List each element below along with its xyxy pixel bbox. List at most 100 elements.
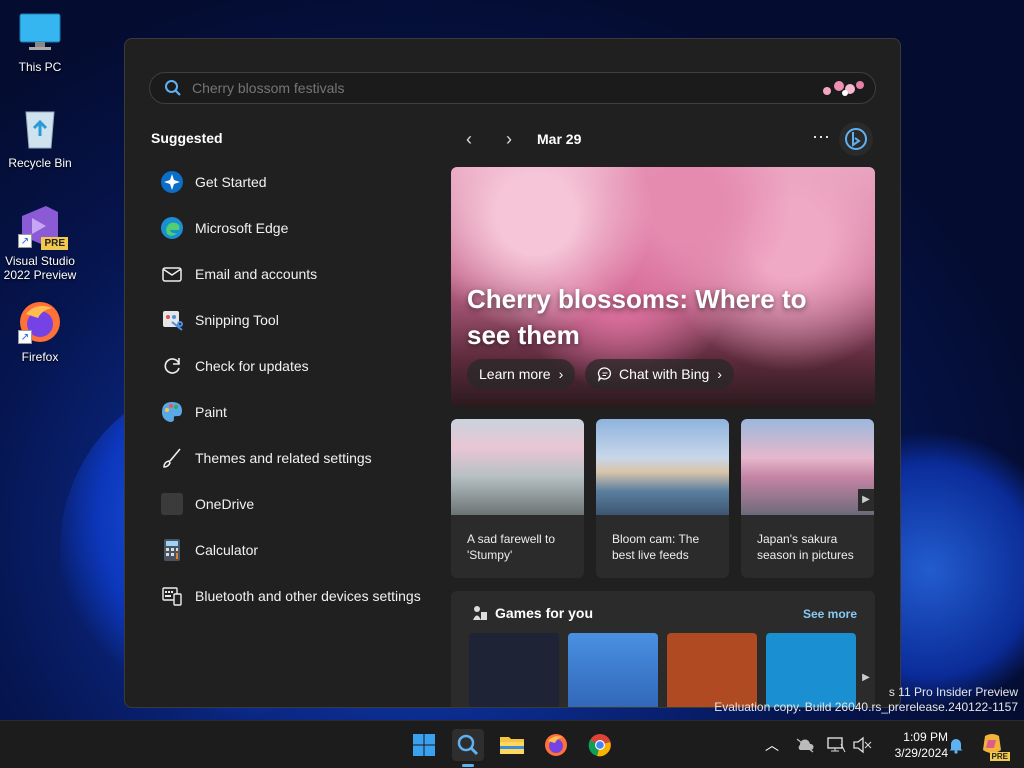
devices-icon bbox=[159, 583, 185, 609]
desktop-icon-this-pc[interactable]: This PC bbox=[0, 10, 80, 74]
active-indicator bbox=[462, 764, 474, 767]
notifications-button[interactable] bbox=[946, 735, 966, 755]
news-thumbnail bbox=[741, 419, 874, 515]
suggested-item-label: Get Started bbox=[195, 174, 267, 190]
show-hidden-icons-button[interactable]: ︿ bbox=[762, 735, 782, 755]
paint-icon bbox=[159, 399, 185, 425]
visual-studio-icon: PRE ↗ bbox=[18, 204, 68, 250]
suggested-item-snipping-tool[interactable]: Snipping Tool bbox=[151, 297, 441, 343]
volume-tray-button[interactable] bbox=[852, 735, 872, 755]
suggested-list: Get Started Microsoft Edge Email and acc… bbox=[151, 159, 441, 619]
suggested-item-bluetooth-devices[interactable]: Bluetooth and other devices settings bbox=[151, 573, 441, 619]
brush-icon bbox=[159, 445, 185, 471]
hero-title: Cherry blossoms: Where to see them bbox=[467, 284, 807, 350]
news-card[interactable]: A sad farewell to 'Stumpy' bbox=[451, 419, 584, 578]
news-card[interactable]: Bloom cam: The best live feeds bbox=[596, 419, 729, 578]
edge-icon bbox=[159, 215, 185, 241]
snipping-tool-icon bbox=[159, 307, 185, 333]
cloud-offline-icon bbox=[796, 738, 814, 753]
search-input[interactable] bbox=[192, 80, 817, 96]
next-day-button[interactable]: › bbox=[495, 125, 523, 153]
pre-badge: PRE bbox=[41, 237, 68, 250]
suggested-item-label: Paint bbox=[195, 404, 227, 420]
calculator-icon bbox=[159, 537, 185, 563]
volume-muted-icon bbox=[853, 736, 872, 754]
chat-bubble-icon bbox=[597, 367, 611, 382]
suggested-item-calculator[interactable]: Calculator bbox=[151, 527, 441, 573]
pre-badge: PRE bbox=[989, 752, 1010, 761]
watermark-line: Evaluation copy. Build 26040.rs_prerelea… bbox=[714, 700, 1018, 714]
taskbar: ︿ 1:09 PM 3/29/2024 PRE bbox=[0, 720, 1024, 768]
bing-button[interactable] bbox=[839, 122, 873, 156]
onedrive-tray-button[interactable] bbox=[795, 735, 815, 755]
search-icon bbox=[457, 734, 479, 756]
chevron-right-icon: › bbox=[717, 366, 722, 382]
games-heading: Games for you bbox=[495, 605, 594, 621]
suggested-item-paint[interactable]: Paint bbox=[151, 389, 441, 435]
chevron-up-icon: ︿ bbox=[765, 737, 779, 753]
see-more-link[interactable]: See more bbox=[803, 607, 857, 621]
chat-with-bing-button[interactable]: Chat with Bing › bbox=[585, 359, 734, 389]
suggested-item-onedrive[interactable]: OneDrive bbox=[151, 481, 441, 527]
feed-nav: ‹ › Mar 29 ··· bbox=[455, 122, 875, 156]
feed-date: Mar 29 bbox=[537, 131, 582, 147]
watermark-line: s 11 Pro Insider Preview bbox=[888, 685, 1018, 699]
firefox-icon: ↗ bbox=[18, 300, 62, 344]
news-card[interactable]: Japan's sakura season in pictures ▶ bbox=[741, 419, 874, 578]
system-clock[interactable]: 1:09 PM 3/29/2024 bbox=[880, 729, 948, 761]
suggested-item-label: Microsoft Edge bbox=[195, 220, 289, 236]
chevron-left-icon: ‹ bbox=[466, 128, 472, 149]
suggested-item-microsoft-edge[interactable]: Microsoft Edge bbox=[151, 205, 441, 251]
desktop-icon-label: Visual Studio 2022 Preview bbox=[3, 254, 77, 282]
desktop-icon-recycle-bin[interactable]: Recycle Bin bbox=[0, 106, 80, 170]
suggested-item-email-accounts[interactable]: Email and accounts bbox=[151, 251, 441, 297]
get-started-icon bbox=[159, 169, 185, 195]
firefox-taskbar-button[interactable] bbox=[540, 729, 572, 761]
learn-more-button[interactable]: Learn more › bbox=[467, 359, 576, 389]
learn-more-label: Learn more bbox=[479, 366, 551, 382]
previous-day-button[interactable]: ‹ bbox=[455, 125, 483, 153]
shortcut-arrow-icon: ↗ bbox=[18, 234, 32, 248]
suggested-item-label: OneDrive bbox=[195, 496, 255, 512]
more-options-button[interactable]: ··· bbox=[807, 125, 835, 153]
news-caption: Bloom cam: The best live feeds bbox=[612, 532, 700, 562]
bell-icon bbox=[949, 739, 963, 754]
desktop-icon-visual-studio[interactable]: PRE ↗ Visual Studio 2022 Preview bbox=[0, 204, 80, 282]
cherry-blossom-icon bbox=[823, 81, 864, 96]
news-caption: Japan's sakura season in pictures bbox=[757, 532, 854, 562]
suggested-item-label: Bluetooth and other devices settings bbox=[195, 588, 421, 604]
cards-next-button[interactable]: ▶ bbox=[858, 489, 874, 511]
suggested-item-themes[interactable]: Themes and related settings bbox=[151, 435, 441, 481]
news-thumbnail bbox=[596, 419, 729, 515]
search-box[interactable] bbox=[149, 72, 876, 104]
onedrive-icon bbox=[159, 491, 185, 517]
game-tile[interactable] bbox=[469, 633, 559, 707]
desktop-icon-label: Firefox bbox=[21, 350, 59, 364]
news-cards: A sad farewell to 'Stumpy' Bloom cam: Th… bbox=[451, 419, 875, 578]
evaluation-watermark: s 11 Pro Insider Preview Evaluation copy… bbox=[714, 685, 1018, 715]
recycle-bin-icon bbox=[18, 106, 62, 150]
suggested-heading: Suggested bbox=[151, 130, 223, 146]
hero-card[interactable]: Cherry blossoms: Where to see them Learn… bbox=[451, 167, 875, 407]
desktop-icon-firefox[interactable]: ↗ Firefox bbox=[0, 300, 80, 364]
network-tray-button[interactable] bbox=[826, 735, 846, 755]
file-explorer-button[interactable] bbox=[496, 729, 528, 761]
shortcut-arrow-icon: ↗ bbox=[18, 330, 32, 344]
news-caption: A sad farewell to 'Stumpy' bbox=[467, 532, 556, 562]
copilot-button[interactable]: PRE bbox=[978, 731, 1010, 761]
suggested-item-get-started[interactable]: Get Started bbox=[151, 159, 441, 205]
game-tile[interactable] bbox=[568, 633, 658, 707]
refresh-icon bbox=[159, 353, 185, 379]
suggested-item-label: Snipping Tool bbox=[195, 312, 279, 328]
taskbar-search-button[interactable] bbox=[452, 729, 484, 761]
chrome-taskbar-button[interactable] bbox=[584, 729, 616, 761]
network-icon bbox=[827, 737, 846, 753]
suggested-item-label: Check for updates bbox=[195, 358, 309, 374]
desktop-icon-label: This PC bbox=[18, 60, 62, 74]
search-icon bbox=[165, 80, 181, 96]
suggested-item-check-updates[interactable]: Check for updates bbox=[151, 343, 441, 389]
chat-with-bing-label: Chat with Bing bbox=[619, 366, 710, 382]
folder-icon bbox=[500, 737, 524, 754]
start-button[interactable] bbox=[408, 729, 440, 761]
suggested-item-label: Email and accounts bbox=[195, 266, 318, 282]
